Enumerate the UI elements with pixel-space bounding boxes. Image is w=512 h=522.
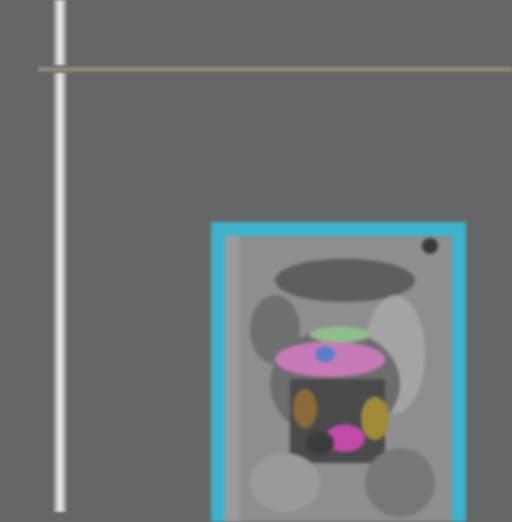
selected-image-thumbnail[interactable] <box>211 222 466 522</box>
poster-thumbnail-icon <box>225 236 452 522</box>
horizontal-guide-line[interactable] <box>38 65 512 73</box>
canvas-area[interactable] <box>0 0 512 522</box>
vertical-guide-line[interactable] <box>53 0 67 512</box>
